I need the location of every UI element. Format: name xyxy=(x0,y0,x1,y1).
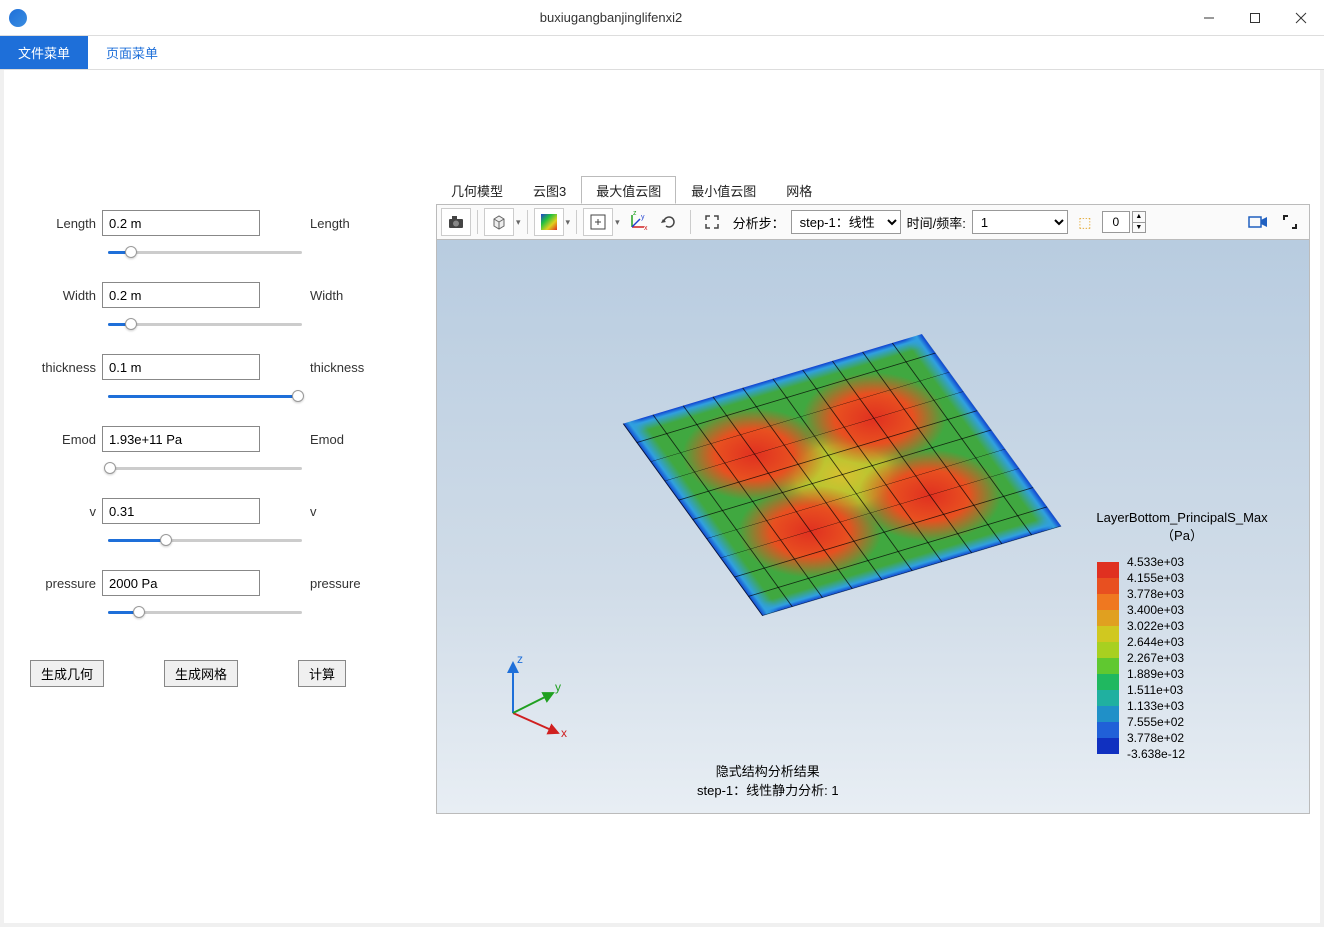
menu-bar: 文件菜单 页面菜单 xyxy=(0,36,1324,70)
step-select[interactable]: step-1：线性 xyxy=(791,210,901,234)
legend-value: 3.778e+02 xyxy=(1127,730,1185,746)
svg-text:z: z xyxy=(517,652,523,666)
param-rlabel-Width: Width xyxy=(310,288,343,303)
link-icon[interactable]: ⬚ xyxy=(1070,208,1100,236)
param-input-Emod[interactable] xyxy=(102,426,260,452)
parameter-panel: Length Length Width Width thickness thic… xyxy=(24,210,424,687)
refresh-icon[interactable] xyxy=(654,208,684,236)
param-rlabel-v: v xyxy=(310,504,317,519)
param-label-Length: Length xyxy=(24,216,102,231)
menu-page[interactable]: 页面菜单 xyxy=(88,36,176,69)
param-label-pressure: pressure xyxy=(24,576,102,591)
legend-value: 4.155e+03 xyxy=(1127,570,1185,586)
legend-seg xyxy=(1097,722,1119,738)
step-label: 分析步： xyxy=(729,213,789,232)
svg-text:y: y xyxy=(555,680,561,694)
video-icon[interactable] xyxy=(1243,208,1273,236)
param-slider-Length[interactable] xyxy=(108,244,302,260)
legend-seg xyxy=(1097,658,1119,674)
param-input-v[interactable] xyxy=(102,498,260,524)
axis-triad-icon[interactable]: z xy xyxy=(622,208,652,236)
generate-geometry-button[interactable]: 生成几何 xyxy=(30,660,104,687)
main-area: Length Length Width Width thickness thic… xyxy=(4,70,1320,923)
frame-spin[interactable] xyxy=(1102,211,1130,233)
legend-value: 3.778e+03 xyxy=(1127,586,1185,602)
viewer-tab-2[interactable]: 最大值云图 xyxy=(581,176,676,204)
legend-value: 1.133e+03 xyxy=(1127,698,1185,714)
viewer-panel: 几何模型云图3最大值云图最小值云图网格 ▾ ▾ ▾ zxy xyxy=(436,176,1310,903)
legend-value: 3.400e+03 xyxy=(1127,602,1185,618)
param-rlabel-Length: Length xyxy=(310,216,350,231)
svg-text:z: z xyxy=(633,211,637,217)
legend-value: 2.644e+03 xyxy=(1127,634,1185,650)
viewer-canvas[interactable]: z x y 隐式结构分析结果 step-1：线性静力分析: 1 LayerBot… xyxy=(436,240,1310,814)
viewer-tab-0[interactable]: 几何模型 xyxy=(436,176,518,204)
param-slider-Emod[interactable] xyxy=(108,460,302,476)
svg-text:x: x xyxy=(561,726,567,740)
param-input-thickness[interactable] xyxy=(102,354,260,380)
app-logo xyxy=(0,0,36,36)
timefreq-select[interactable]: 1 xyxy=(972,210,1068,234)
viewer-tab-1[interactable]: 云图3 xyxy=(518,176,581,204)
svg-text:y: y xyxy=(641,214,645,221)
legend-seg xyxy=(1097,578,1119,594)
legend-value: 1.511e+03 xyxy=(1127,682,1185,698)
param-rlabel-thickness: thickness xyxy=(310,360,364,375)
param-rlabel-Emod: Emod xyxy=(310,432,344,447)
legend-value: 2.267e+03 xyxy=(1127,650,1185,666)
viewer-tabs: 几何模型云图3最大值云图最小值云图网格 xyxy=(436,176,1310,204)
param-slider-v[interactable] xyxy=(108,532,302,548)
legend-value: -3.638e-12 xyxy=(1127,746,1185,762)
result-caption: 隐式结构分析结果 step-1：线性静力分析: 1 xyxy=(697,761,839,799)
spin-up[interactable]: ▲ xyxy=(1132,211,1146,223)
camera-icon[interactable] xyxy=(441,208,471,236)
legend-seg xyxy=(1097,642,1119,658)
legend: LayerBottom_PrincipalS_Max （Pa） 4.533e+0… xyxy=(1067,510,1297,762)
viewer-tab-3[interactable]: 最小值云图 xyxy=(676,176,771,204)
param-label-Width: Width xyxy=(24,288,102,303)
legend-value: 3.022e+03 xyxy=(1127,618,1185,634)
param-label-Emod: Emod xyxy=(24,432,102,447)
legend-value: 7.555e+02 xyxy=(1127,714,1185,730)
param-slider-Width[interactable] xyxy=(108,316,302,332)
viewer-toolbar: ▾ ▾ ▾ zxy 分析步： step-1：线性 xyxy=(436,204,1310,240)
legend-seg xyxy=(1097,626,1119,642)
maximize-button[interactable] xyxy=(1232,0,1278,36)
timefreq-label: 时间/频率: xyxy=(903,213,970,232)
param-slider-thickness[interactable] xyxy=(108,388,302,404)
contour-plate xyxy=(623,334,1062,616)
menu-file[interactable]: 文件菜单 xyxy=(0,36,88,69)
legend-seg xyxy=(1097,706,1119,722)
legend-seg xyxy=(1097,690,1119,706)
legend-value: 1.889e+03 xyxy=(1127,666,1185,682)
expand-icon[interactable] xyxy=(697,208,727,236)
param-label-v: v xyxy=(24,504,102,519)
fit-view-icon[interactable] xyxy=(583,208,613,236)
minimize-button[interactable] xyxy=(1186,0,1232,36)
param-input-Length[interactable] xyxy=(102,210,260,236)
close-button[interactable] xyxy=(1278,0,1324,36)
legend-value: 4.533e+03 xyxy=(1127,554,1185,570)
fullscreen-icon[interactable] xyxy=(1275,208,1305,236)
param-input-Width[interactable] xyxy=(102,282,260,308)
legend-seg xyxy=(1097,594,1119,610)
param-input-pressure[interactable] xyxy=(102,570,260,596)
param-rlabel-pressure: pressure xyxy=(310,576,361,591)
triad-icon: z x y xyxy=(493,653,583,743)
generate-mesh-button[interactable]: 生成网格 xyxy=(164,660,238,687)
legend-seg xyxy=(1097,610,1119,626)
spin-down[interactable]: ▼ xyxy=(1132,223,1146,234)
legend-seg xyxy=(1097,562,1119,578)
param-slider-pressure[interactable] xyxy=(108,604,302,620)
cube-view-icon[interactable] xyxy=(484,208,514,236)
compute-button[interactable]: 计算 xyxy=(298,660,346,687)
legend-seg xyxy=(1097,674,1119,690)
legend-seg xyxy=(1097,738,1119,754)
viewer-tab-4[interactable]: 网格 xyxy=(771,176,827,204)
colormap-icon[interactable] xyxy=(534,208,564,236)
param-label-thickness: thickness xyxy=(24,360,102,375)
window-title: buxiugangbanjinglifenxi2 xyxy=(36,10,1186,25)
svg-text:x: x xyxy=(644,225,648,232)
title-bar: buxiugangbanjinglifenxi2 xyxy=(0,0,1324,36)
